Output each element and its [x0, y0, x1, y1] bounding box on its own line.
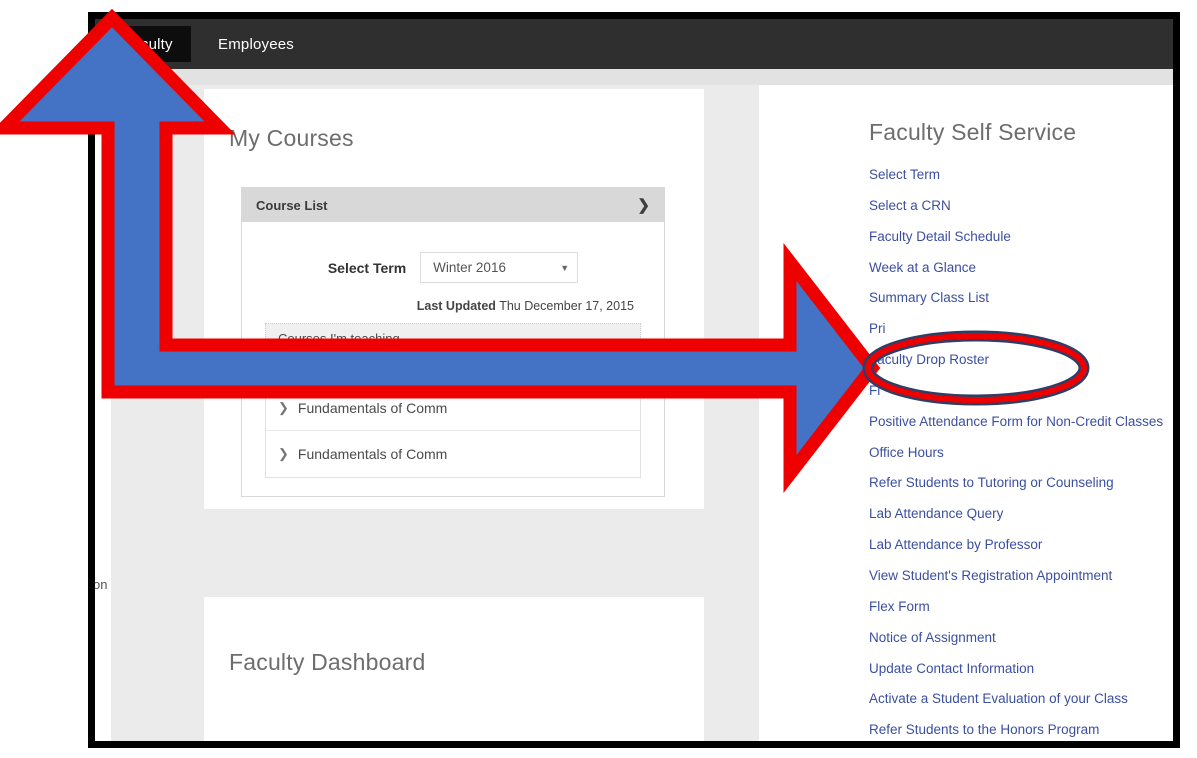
nav-tab-faculty[interactable]: Faculty — [105, 26, 191, 62]
chevron-right-icon[interactable]: ❯ — [637, 196, 650, 214]
select-term-label: Select Term — [327, 259, 407, 276]
chevron-right-icon: ❯ — [278, 446, 289, 461]
term-select[interactable]: Winter 2016 ▼ — [420, 252, 579, 283]
sidebar-link-select-term[interactable]: Select Term — [869, 167, 1173, 183]
nav-tab-faculty-label: Faculty — [123, 35, 173, 53]
nav-tab-employees-label: Employees — [218, 35, 295, 53]
faculty-dashboard-card: Faculty Dashboard Preferences — [204, 597, 704, 748]
preferences-link[interactable]: Preferences — [605, 741, 678, 748]
my-courses-title: My Courses — [229, 125, 354, 151]
faculty-dashboard-title: Faculty Dashboard — [229, 649, 426, 675]
sidebar-link-refer-tutoring[interactable]: Refer Students to Tutoring or Counseling — [869, 476, 1173, 491]
courses-table-header[interactable]: Course Title ▾ — [266, 353, 640, 385]
last-updated-value: Thu December 17, 2015 — [499, 299, 634, 313]
sidebar-link-view-registration-appointment[interactable]: View Student's Registration Appointment — [869, 568, 1173, 584]
select-term-row: Select Term Winter 2016 ▼ — [242, 252, 664, 283]
faculty-self-service-links: Select Term Select a CRN Faculty Detail … — [847, 146, 1173, 738]
sidebar-link-office-hours[interactable]: Office Hours — [869, 445, 1173, 461]
term-select-value: Winter 2016 — [433, 260, 506, 275]
page-body: on My Courses Course List ❯ Select Term … — [95, 69, 1173, 741]
sidebar-link-positive-attendance-form[interactable]: Positive Attendance Form for Non-Credit … — [869, 414, 1173, 430]
sidebar-link-week-at-a-glance[interactable]: Week at a Glance — [869, 260, 1173, 276]
sidebar-link-lab-attendance-query[interactable]: Lab Attendance Query — [869, 506, 1173, 522]
course-list-header[interactable]: Course List ❯ — [242, 188, 664, 222]
sidebar-link-lab-attendance-by-professor[interactable]: Lab Attendance by Professor — [869, 537, 1173, 553]
sidebar-link-activate-student-evaluation[interactable]: Activate a Student Evaluation of your Cl… — [869, 691, 1173, 707]
courses-teaching-tab-label: Courses I'm teaching — [278, 331, 400, 346]
course-list-header-label: Course List — [256, 197, 328, 213]
sidebar-link-obscured-upper[interactable]: Pri — [869, 321, 1173, 337]
faculty-self-service-rail: Faculty Self Service Select Term Select … — [847, 89, 1173, 741]
sidebar-link-flex-form[interactable]: Flex Form — [869, 599, 1173, 615]
sidebar-link-select-a-crn[interactable]: Select a CRN — [869, 198, 1173, 214]
last-updated-label: Last Updated — [416, 299, 496, 313]
course-title: Fundamentals of Comm — [297, 446, 448, 462]
sidebar-link-refer-honors-program[interactable]: Refer Students to the Honors Program — [869, 722, 1173, 738]
left-gutter — [95, 85, 111, 741]
top-navbar: Faculty Employees — [95, 19, 1173, 69]
nav-tab-employees[interactable]: Employees — [200, 26, 312, 62]
table-row[interactable]: ❯ Fundamentals of Comm — [266, 431, 640, 477]
course-title: Fundamentals of Comm — [297, 399, 448, 416]
table-row[interactable]: ❯ Fundamentals of Comm — [266, 385, 640, 431]
column-header-course-title: Course Title — [278, 361, 356, 376]
sidebar-link-update-contact-information[interactable]: Update Contact Information — [869, 661, 1173, 677]
my-courses-card: My Courses Course List ❯ Select Term Win… — [204, 89, 704, 509]
left-text-fragment: on — [93, 577, 108, 592]
sidebar-link-faculty-drop-roster[interactable]: Faculty Drop Roster — [869, 352, 1173, 368]
sidebar-link-obscured-lower[interactable]: Fi — [869, 383, 1173, 399]
sidebar-link-notice-of-assignment[interactable]: Notice of Assignment — [869, 630, 1173, 646]
browser-frame: Faculty Employees on My Courses Course L… — [88, 12, 1180, 748]
course-list-body: Select Term Winter 2016 ▼ Last Updated T… — [242, 222, 664, 496]
chevron-down-icon: ▼ — [560, 262, 570, 273]
offscreen-left-card — [95, 89, 97, 509]
chevron-right-icon: ❯ — [278, 399, 289, 415]
last-updated: Last Updated Thu December 17, 2015 — [242, 283, 664, 313]
sidebar-link-faculty-detail-schedule[interactable]: Faculty Detail Schedule — [869, 229, 1173, 245]
courses-table: Course Title ▾ ❯ Fundamentals of Comm ❯ … — [265, 353, 641, 478]
courses-teaching-tab[interactable]: Courses I'm teaching — [265, 323, 641, 353]
screenshot-stage: Faculty Employees on My Courses Course L… — [0, 0, 1197, 758]
sidebar-link-summary-class-list[interactable]: Summary Class List — [869, 291, 1173, 306]
sort-caret-icon[interactable]: ▾ — [361, 363, 366, 374]
course-list-panel: Course List ❯ Select Term Winter 2016 ▼ — [241, 187, 665, 497]
page-top-strip — [95, 69, 1173, 85]
faculty-self-service-title: Faculty Self Service — [869, 119, 1077, 145]
